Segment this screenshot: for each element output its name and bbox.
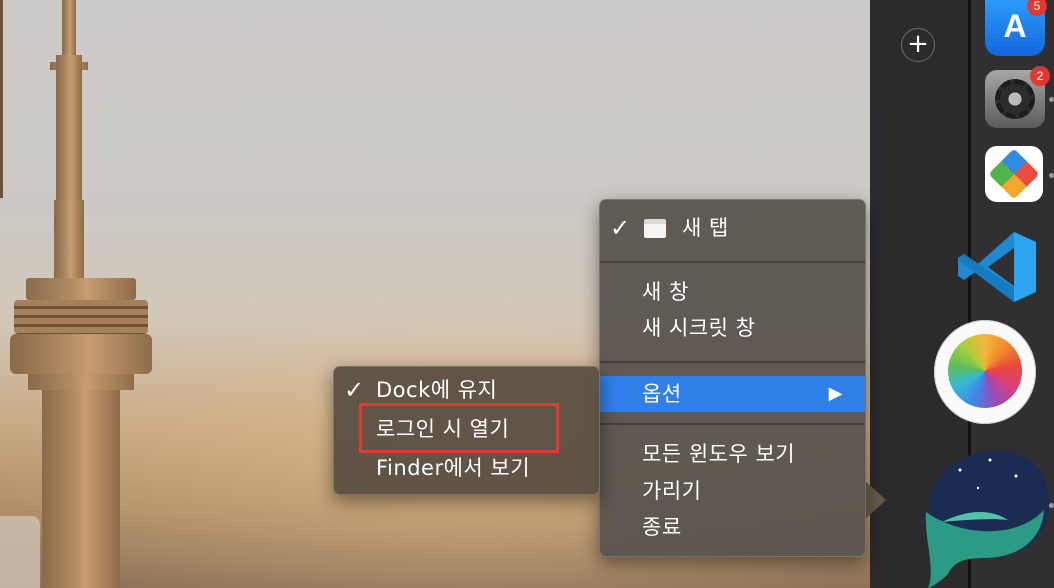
vscode-logo-icon	[958, 232, 1036, 302]
vscode-icon[interactable]	[956, 230, 1042, 304]
photos-flower-icon	[948, 334, 1022, 408]
menu-item-label: Dock에 유지	[376, 378, 498, 402]
submenu-arrow-icon: ▶	[828, 383, 843, 404]
menu-item-label: 옵션	[642, 382, 682, 406]
tower-pod-bottom	[28, 374, 134, 390]
menu-separator	[600, 422, 865, 425]
tower-antenna	[62, 0, 76, 60]
menu-item-label: 새 창	[642, 280, 689, 304]
whale-browser-icon[interactable]	[920, 440, 1054, 588]
multi-app-icon[interactable]	[985, 146, 1043, 202]
system-preferences-badge: 2	[1030, 66, 1050, 86]
gear-icon	[995, 79, 1035, 119]
menu-item-new-incognito-window[interactable]: 새 시크릿 창	[600, 312, 865, 344]
menu-item-label: 새 시크릿 창	[642, 316, 756, 340]
menu-item-label: 새 탭	[682, 216, 729, 240]
running-indicator	[1049, 173, 1054, 178]
menu-separator	[600, 260, 865, 263]
running-indicator	[1049, 503, 1054, 508]
photos-icon[interactable]	[934, 320, 1036, 424]
tower-pod-main	[10, 334, 152, 374]
submenu-item-keep-in-dock[interactable]: ✓ Dock에 유지	[334, 374, 599, 406]
menu-separator	[600, 360, 865, 363]
menu-item-label: 모든 윈도우 보기	[642, 442, 796, 466]
menu-item-label: 종료	[642, 515, 682, 539]
check-icon: ✓	[610, 214, 631, 242]
whale-logo-icon	[925, 450, 1050, 588]
tower-neck	[54, 200, 84, 280]
add-desktop-button[interactable]: +	[901, 28, 935, 62]
menu-item-show-all-windows[interactable]: 모든 윈도우 보기	[600, 438, 865, 470]
diamond-logo-icon	[988, 148, 1040, 200]
menu-item-quit[interactable]: 종료	[600, 511, 865, 543]
menu-item-label: 가리기	[642, 479, 702, 503]
menu-item-new-window[interactable]: 새 창	[600, 276, 865, 308]
menu-item-new-tab[interactable]: ✓ 새 탭	[600, 212, 865, 244]
tower-pod-top	[26, 278, 136, 300]
window-icon	[644, 219, 666, 238]
annotation-highlight-box	[359, 403, 559, 453]
desktop-corner-widget	[0, 516, 40, 588]
running-indicator	[1049, 97, 1054, 102]
menu-pointer	[864, 480, 886, 520]
menu-item-hide[interactable]: 가리기	[600, 475, 865, 507]
tower-shaft-line	[0, 0, 3, 198]
dock-context-menu: ✓ 새 탭 새 창 새 시크릿 창 옵션 ▶ 모든 윈도우 보기 가리기 종료	[599, 199, 866, 557]
tower-upper-shaft	[56, 55, 82, 200]
tower-pod-windows	[14, 300, 148, 334]
tower-base-shaft	[42, 390, 120, 588]
submenu-item-show-in-finder[interactable]: Finder에서 보기	[334, 452, 599, 484]
check-icon: ✓	[344, 376, 365, 404]
menu-item-label: Finder에서 보기	[376, 456, 531, 480]
menu-item-options[interactable]: 옵션 ▶	[600, 376, 865, 412]
